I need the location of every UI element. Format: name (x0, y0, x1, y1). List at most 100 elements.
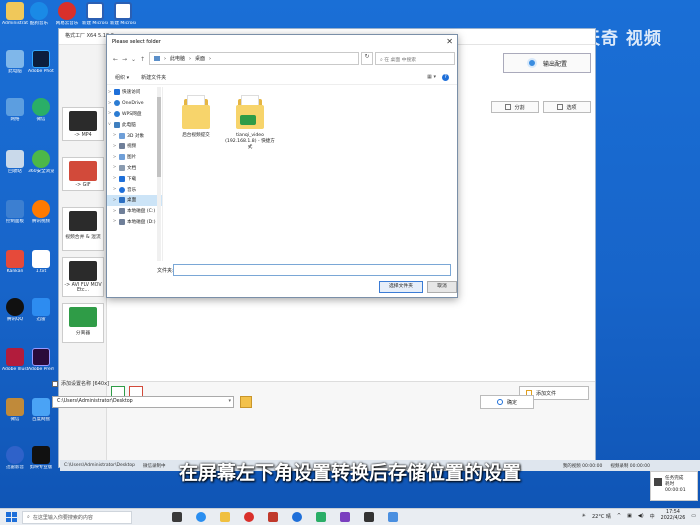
format-factory-icon[interactable] (364, 512, 374, 522)
split-icon (505, 104, 512, 110)
desktop-icon-baidu-pan[interactable]: 百度网盘 (28, 398, 54, 422)
app-icon[interactable] (388, 512, 398, 522)
tray-chevron-icon[interactable]: ^ (617, 513, 621, 519)
side-tile-avi[interactable]: -> AVI FLV MOV Etc... (62, 257, 104, 297)
close-icon[interactable]: ✕ (446, 37, 453, 47)
cloud-icon (114, 100, 120, 107)
photoshop-icon (32, 50, 50, 68)
desktop-icon-recycle-bin[interactable]: 回收站 (2, 150, 28, 174)
film-strip-icon (69, 211, 97, 231)
picture-icon (119, 154, 125, 161)
tree-item-onedrive[interactable]: > OneDrive (107, 98, 162, 109)
browser-icon[interactable] (292, 512, 302, 522)
clock[interactable]: 17:54 2022/4/26 (661, 510, 686, 522)
desktop-icon-control-panel[interactable]: 控制面板 (2, 200, 28, 224)
refresh-icon[interactable]: ↻ (361, 52, 373, 65)
desktop-icon (119, 197, 125, 204)
select-folder-button[interactable]: 选择文件夹 (379, 281, 423, 293)
back-arrow-icon[interactable]: ← (111, 56, 120, 63)
desktop-icon-photoshop[interactable]: Adobe Photosh (28, 50, 54, 74)
desktop-icon-wechat-2[interactable]: 微信 (2, 398, 28, 422)
desktop-icon-netease[interactable]: 网易云音乐 (54, 2, 80, 26)
help-icon[interactable]: ? (442, 74, 449, 81)
volume-icon[interactable]: ◀) (638, 513, 644, 519)
tree-item-downloads[interactable]: > 下载 (107, 173, 162, 184)
view-options-icon[interactable]: ▦ ▾ (427, 74, 436, 81)
up-arrow-icon[interactable]: ↑ (138, 56, 147, 63)
tree-item-drive-d[interactable]: > 本地磁盘 (D:) (107, 217, 162, 228)
file-explorer-icon[interactable] (220, 512, 230, 522)
address-bar[interactable]: › 此电脑 › 桌面 › (149, 52, 359, 65)
chevron-down-icon[interactable]: ⌄ (129, 56, 138, 63)
app-icon[interactable] (340, 512, 350, 522)
desktop-icon-kankan[interactable]: Kankan (2, 250, 28, 274)
tree-item-pictures[interactable]: > 图片 (107, 152, 162, 163)
scrollbar-thumb[interactable] (157, 97, 161, 177)
task-view-icon[interactable] (172, 512, 182, 522)
desktop-icon-tencent-video[interactable]: 腾讯视频 (28, 200, 54, 224)
weather-text[interactable]: 22°C 晴 (592, 513, 611, 520)
tree-scrollbar[interactable] (157, 87, 161, 261)
edge-icon[interactable] (196, 512, 206, 522)
options-button[interactable]: 选项 (543, 101, 591, 113)
output-path-select[interactable]: C:\Users\Administrator\Desktop ▾ (52, 396, 234, 408)
network-icon[interactable]: ▣ (627, 513, 632, 519)
desktop-icon-xunlei[interactable]: 迅雷 (28, 298, 54, 322)
search-input[interactable]: ⌕ 在 桌面 中搜索 (375, 52, 455, 65)
tree-item-music[interactable]: > 音乐 (107, 184, 162, 195)
desktop-icon-network[interactable]: 网络 (2, 98, 28, 122)
premiere-icon (32, 348, 50, 366)
tree-item-3d[interactable]: >3D 对象 (107, 130, 162, 141)
tree-item-documents[interactable]: > 文档 (107, 163, 162, 174)
breadcrumb-this-pc[interactable]: 此电脑 (170, 55, 185, 62)
network-folder-shortcut[interactable]: tianqi_video (192.168.1.8) - 快捷方式 (225, 93, 275, 151)
video-icon (119, 143, 125, 150)
computer-icon (154, 56, 160, 61)
side-tile-splitter[interactable]: 分离器 (62, 303, 104, 343)
desktop-icon-qq[interactable]: 腾讯QQ (2, 298, 28, 322)
notification-center-icon[interactable]: ▭ (691, 513, 696, 519)
side-tile-merge[interactable]: 视频合并 & 混流 (62, 207, 104, 251)
tree-item-desktop[interactable]: > 桌面 (107, 194, 162, 206)
organize-menu[interactable]: 组织 ▾ (115, 74, 129, 81)
windows-start-icon[interactable] (4, 510, 18, 524)
xunlei-icon (32, 298, 50, 316)
taskbar-search-input[interactable]: ⌕ 在这里输入你要搜索的内容 (22, 510, 132, 524)
desktop-icon-premiere[interactable]: Adobe Premiere (28, 348, 54, 372)
desktop-icon-illustrator[interactable]: Adobe Illustrator (2, 348, 28, 372)
tree-item-this-pc[interactable]: v 此电脑 (107, 119, 162, 130)
desktop-icon-word-1[interactable]: 新建 Microsoft (82, 2, 108, 26)
ime-indicator[interactable]: 中 (650, 513, 655, 520)
tree-item-videos[interactable]: > 视频 (107, 141, 162, 152)
split-button[interactable]: 分割 (491, 101, 539, 113)
desktop-icon-word-2[interactable]: 新建 Microsoft (110, 2, 136, 26)
breadcrumb-desktop[interactable]: 桌面 (195, 55, 205, 62)
desktop-icon-360[interactable]: 360安全浏览器 (28, 150, 54, 174)
tree-item-drive-c[interactable]: > 本地磁盘 (C:) (107, 206, 162, 217)
weather-icon[interactable]: ☀ (581, 513, 585, 519)
tencent-video-icon (32, 200, 50, 218)
folder-name-input[interactable] (173, 264, 451, 276)
tree-item-wps[interactable]: > WPS网盘 (107, 109, 162, 120)
desktop-icon-administrator[interactable]: Administrator (2, 2, 28, 26)
export-config-button[interactable]: 输出配置 (503, 53, 591, 73)
cancel-button[interactable]: 取消 (427, 281, 457, 293)
tree-item-quick-access[interactable]: > 快速访问 (107, 87, 162, 98)
desktop-icon-kugou[interactable]: 酷狗音乐 (26, 2, 52, 26)
desktop-icon-wechat[interactable]: 微信 (28, 98, 54, 122)
desktop-icon-txt[interactable]: 1.txt (28, 250, 54, 274)
new-folder-button[interactable]: 新建文件夹 (141, 74, 166, 81)
wps-icon[interactable] (268, 512, 278, 522)
side-tile-gif[interactable]: -> GIF (62, 157, 104, 191)
netease-music-icon[interactable] (244, 512, 254, 522)
desktop-icon-this-pc[interactable]: 此电脑 (2, 50, 28, 74)
browse-folder-button[interactable] (240, 396, 252, 408)
folder-item[interactable]: 后台视频提交 (171, 93, 221, 139)
forward-arrow-icon[interactable]: → (120, 56, 129, 63)
wechat-icon[interactable] (316, 512, 326, 522)
option-checkbox[interactable] (52, 380, 58, 387)
toolbar-right: ▦ ▾ ? (427, 74, 449, 81)
side-tile-mp4[interactable]: -> MP4 (62, 107, 104, 141)
ok-button[interactable]: 确定 (480, 395, 534, 409)
task-notification[interactable]: 任务完成 耗时 00:00:01 (650, 471, 698, 501)
